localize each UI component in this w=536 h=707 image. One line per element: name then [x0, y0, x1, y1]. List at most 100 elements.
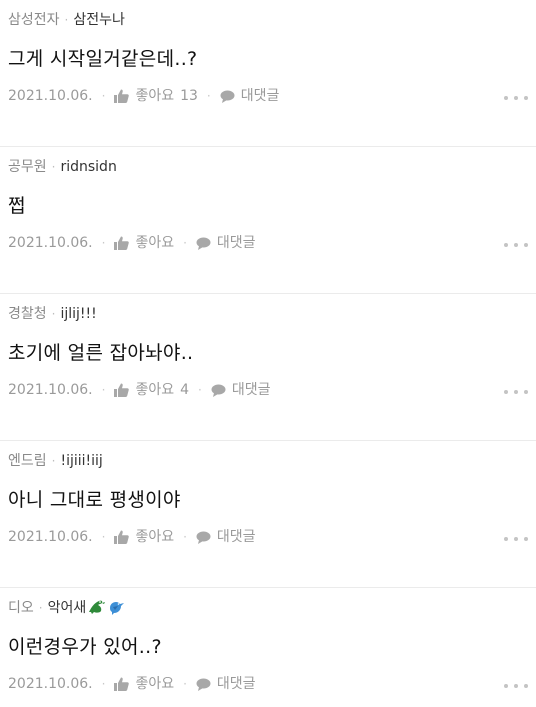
thumbs-up-icon [114, 677, 130, 691]
separator-dot: · [101, 383, 106, 397]
thumbs-up-icon [114, 530, 130, 544]
thumbs-up-icon [114, 383, 130, 397]
nickname[interactable]: ijlij!!! [60, 306, 96, 322]
more-dots-icon [504, 684, 508, 688]
more-dots-icon [504, 243, 508, 247]
more-dot [524, 390, 528, 394]
nickname[interactable]: 삼전누나 [73, 12, 125, 28]
company-name[interactable]: 엔드림 [8, 453, 47, 469]
nickname[interactable]: 악어새 [48, 600, 87, 616]
more-dot [524, 684, 528, 688]
speech-bubble-icon [196, 237, 211, 250]
more-dot [514, 96, 518, 100]
thumbs-up-icon [114, 236, 130, 250]
more-button[interactable] [504, 680, 528, 692]
comment-actions: 2021.10.06. · 좋아요 · 대댓글 [8, 527, 256, 547]
like-button[interactable]: 좋아요 [114, 233, 174, 253]
comment-actions: 2021.10.06. · 좋아요 · 대댓글 [8, 674, 256, 694]
like-button[interactable]: 좋아요 [114, 674, 174, 694]
more-dots-icon [504, 96, 508, 100]
separator-dot: · [101, 89, 106, 103]
bird-icon [110, 602, 125, 615]
reply-button[interactable]: 대댓글 [196, 527, 256, 547]
like-label: 좋아요 [135, 529, 175, 545]
comment-text: 쩝 [8, 195, 26, 217]
comment-author: 삼성전자 · 삼전누나 [8, 10, 125, 30]
separator-dot: · [38, 601, 43, 615]
more-dots-icon [504, 537, 508, 541]
comment-item: 경찰청 · ijlij!!! 초기에 얼른 잡아놔야.. 2021.10.06. ·… [0, 294, 536, 441]
more-dots-icon [504, 390, 508, 394]
comment-item: 디오 · 악어새 이런경우가 있어..? 2021.10.06. · 좋아요 · 대… [0, 588, 536, 706]
separator-dot: · [198, 383, 202, 397]
more-button[interactable] [504, 239, 528, 251]
comment-text: 이런경우가 있어..? [8, 636, 162, 658]
like-label: 좋아요 [135, 676, 175, 692]
comment-actions: 2021.10.06. · 좋아요 4 · 대댓글 [8, 380, 270, 400]
more-dot [514, 390, 518, 394]
reply-button[interactable]: 대댓글 [220, 86, 280, 106]
comment-text: 초기에 얼른 잡아놔야.. [8, 342, 194, 364]
reply-label: 대댓글 [216, 235, 256, 251]
comment-author: 경찰청 · ijlij!!! [8, 304, 97, 324]
like-count: 13 [180, 88, 198, 104]
comment-date: 2021.10.06. [8, 235, 93, 251]
like-count: 4 [180, 382, 189, 398]
separator-dot: · [183, 236, 187, 250]
company-name[interactable]: 경찰청 [8, 306, 47, 322]
separator-dot: · [51, 160, 56, 174]
more-button[interactable] [504, 533, 528, 545]
comment-actions: 2021.10.06. · 좋아요 13 · 대댓글 [8, 86, 279, 106]
speech-bubble-icon [196, 531, 211, 544]
comment-author: 디오 · 악어새 [8, 598, 125, 621]
speech-bubble-icon [220, 90, 235, 103]
comment-date: 2021.10.06. [8, 676, 93, 692]
comment-author: 엔드림 · !ijiii!iij [8, 451, 103, 471]
company-name[interactable]: 삼성전자 [8, 12, 60, 28]
nickname-emoji [87, 599, 125, 621]
comment-date: 2021.10.06. [8, 88, 93, 104]
speech-bubble-icon [211, 384, 226, 397]
nickname[interactable]: ridnsidn [60, 159, 116, 175]
separator-dot: · [64, 13, 69, 27]
comment-text: 아니 그대로 평생이야 [8, 489, 181, 511]
reply-label: 대댓글 [216, 676, 256, 692]
separator-dot: · [101, 530, 106, 544]
reply-button[interactable]: 대댓글 [196, 674, 256, 694]
speech-bubble-icon [196, 678, 211, 691]
like-label: 좋아요 [135, 88, 175, 104]
separator-dot: · [183, 677, 187, 691]
reply-button[interactable]: 대댓글 [211, 380, 271, 400]
reply-label: 대댓글 [231, 382, 271, 398]
more-dot [524, 96, 528, 100]
company-name[interactable]: 공무원 [8, 159, 47, 175]
more-button[interactable] [504, 386, 528, 398]
nickname[interactable]: !ijiii!iij [60, 453, 102, 469]
reply-label: 대댓글 [240, 88, 280, 104]
more-dot [514, 243, 518, 247]
company-name[interactable]: 디오 [8, 600, 34, 616]
separator-dot: · [206, 89, 211, 103]
like-label: 좋아요 [135, 235, 175, 251]
more-dot [514, 537, 518, 541]
thumbs-up-icon [114, 89, 130, 103]
reply-button[interactable]: 대댓글 [196, 233, 256, 253]
separator-dot: · [183, 530, 187, 544]
like-button[interactable]: 좋아요 13 [114, 86, 198, 106]
comment-item: 삼성전자 · 삼전누나 그게 시작일거같은데..? 2021.10.06. · 좋아… [0, 0, 536, 147]
comment-author: 공무원 · ridnsidn [8, 157, 117, 177]
separator-dot: · [101, 677, 106, 691]
comment-actions: 2021.10.06. · 좋아요 · 대댓글 [8, 233, 256, 253]
more-dot [524, 243, 528, 247]
like-label: 좋아요 [135, 382, 175, 398]
comment-date: 2021.10.06. [8, 382, 93, 398]
separator-dot: · [101, 236, 106, 250]
more-dot [524, 537, 528, 541]
like-button[interactable]: 좋아요 [114, 527, 174, 547]
crocodile-icon [89, 600, 106, 614]
like-button[interactable]: 좋아요 4 [114, 380, 189, 400]
comment-item: 엔드림 · !ijiii!iij 아니 그대로 평생이야 2021.10.06. ·… [0, 441, 536, 588]
comment-list: 삼성전자 · 삼전누나 그게 시작일거같은데..? 2021.10.06. · 좋아… [0, 0, 536, 706]
more-button[interactable] [504, 92, 528, 104]
reply-label: 대댓글 [216, 529, 256, 545]
